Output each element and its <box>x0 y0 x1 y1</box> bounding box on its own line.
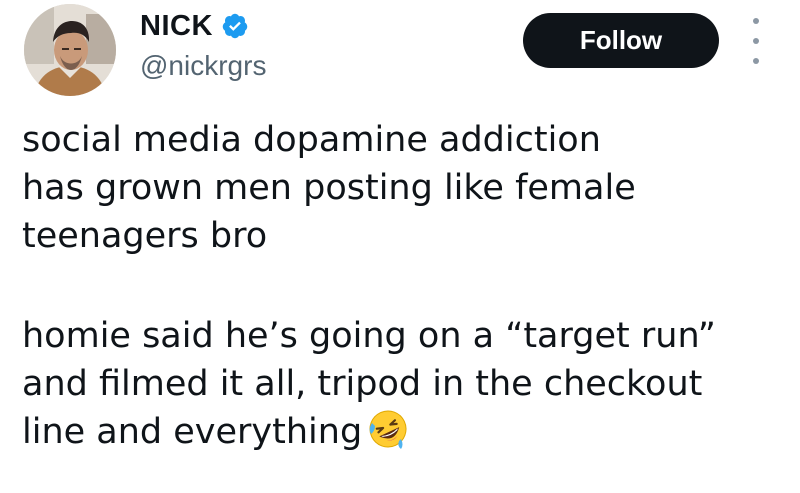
avatar[interactable] <box>24 4 116 96</box>
author-handle[interactable]: @nickrgrs <box>140 50 266 82</box>
verified-badge-icon <box>221 12 249 40</box>
author-name-row: NICK <box>140 6 249 46</box>
follow-button[interactable]: Follow <box>523 13 719 68</box>
dot <box>753 18 759 24</box>
more-options-icon[interactable] <box>744 18 768 64</box>
profile-photo-icon <box>24 4 116 96</box>
tweet-card: NICK @nickrgrs Follow social media dopam… <box>0 0 800 493</box>
dot <box>753 38 759 44</box>
tweet-paragraph-1: social media dopamine addiction has grow… <box>22 120 636 256</box>
tweet-body: social media dopamine addiction has grow… <box>22 116 782 456</box>
rolling-on-the-floor-laughing-icon <box>368 409 408 449</box>
dot <box>753 58 759 64</box>
tweet-paragraph-2: homie said he’s going on a “target run” … <box>22 312 782 456</box>
display-name[interactable]: NICK <box>140 10 213 43</box>
